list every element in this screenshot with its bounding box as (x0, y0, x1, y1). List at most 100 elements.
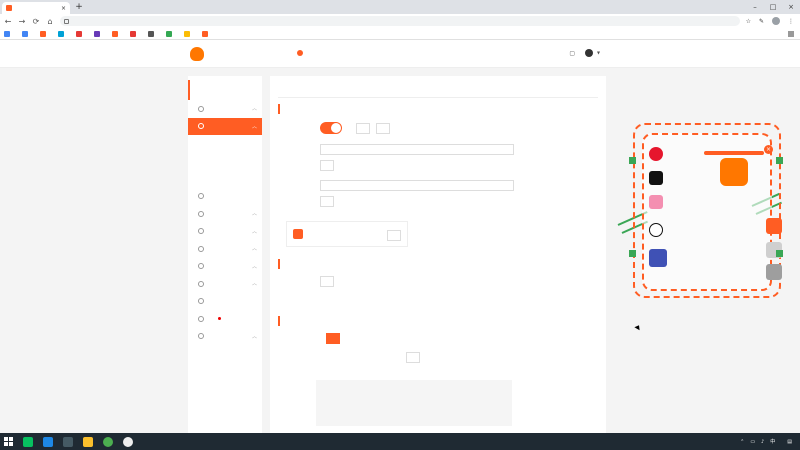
set-preview-button[interactable] (320, 276, 334, 287)
sidebar-sub-room-manage[interactable] (188, 135, 262, 153)
stream-tab-button[interactable] (356, 122, 370, 134)
copy-code-button[interactable] (320, 196, 334, 207)
obs-icon[interactable] (123, 436, 133, 447)
qq-icon (649, 223, 663, 237)
stream-tab-button[interactable] (376, 122, 390, 134)
chevron-up-icon: ︿ (251, 228, 257, 235)
sidebar-item-analytics[interactable]: ︿ (188, 240, 262, 258)
overlay-resize-handle[interactable] (629, 250, 636, 257)
bookmark-item[interactable] (166, 30, 174, 37)
overlay-resize-handle[interactable] (629, 157, 636, 164)
bookmark-item[interactable] (202, 30, 210, 37)
bookmark-item[interactable] (76, 30, 84, 37)
network-icon[interactable]: ▭ (750, 439, 755, 445)
overlay-resize-handle[interactable] (776, 250, 783, 257)
ime-icon[interactable]: 中 (770, 438, 775, 445)
volume-icon[interactable]: ♪ (761, 439, 764, 445)
mouse-cursor-icon (634, 323, 642, 331)
chevron-up-icon: ︿ (251, 281, 257, 288)
omnibox[interactable] (60, 16, 740, 26)
download-now-button[interactable] (387, 230, 401, 241)
douyu-mascot-icon (720, 158, 748, 186)
apps-icon (4, 30, 10, 37)
douyu-fish-icon (190, 47, 204, 61)
overlay-resize-handle[interactable] (776, 157, 783, 164)
bookmark-item[interactable] (4, 30, 12, 37)
sidebar-item-video-upload[interactable] (188, 188, 262, 206)
tab-close-icon[interactable]: × (61, 5, 66, 12)
window-controls: – □ × (746, 0, 800, 14)
qq-app-icon[interactable] (43, 436, 53, 447)
analytics-icon (198, 245, 204, 252)
sidebar-item-promotion[interactable] (188, 293, 262, 311)
room-name-row (278, 352, 420, 363)
home-button[interactable]: ⌂ (46, 17, 54, 26)
overlay-settings-icon[interactable] (766, 264, 782, 280)
sidebar-item-support[interactable] (188, 310, 262, 328)
bookmark-item[interactable] (22, 30, 30, 37)
bookmark-icon (166, 30, 172, 37)
wechat-icon[interactable] (23, 436, 33, 447)
user-menu[interactable]: ▾ (585, 49, 600, 57)
minimize-button[interactable]: – (746, 0, 764, 14)
stream-toggle[interactable] (320, 122, 342, 134)
address-bar-actions: ☆ ✎ ⋮ (746, 16, 794, 26)
site-header: ▢ ▾ (0, 40, 800, 68)
bookmark-item[interactable] (130, 30, 138, 37)
maximize-button[interactable]: □ (764, 0, 782, 14)
sidebar-item-income[interactable]: ︿ (188, 205, 262, 223)
url-input[interactable] (72, 17, 736, 25)
enter-room-button[interactable] (326, 333, 340, 344)
bookmark-item[interactable] (112, 30, 120, 37)
sidebar-item-commerce[interactable]: ︿ (188, 258, 262, 276)
browser-tab[interactable]: × (2, 2, 70, 14)
close-window-button[interactable]: × (782, 0, 800, 14)
room-notice-text[interactable] (316, 380, 512, 426)
bookmark-item[interactable] (148, 30, 156, 37)
sidebar-item-anchor[interactable]: ︿ (188, 100, 262, 118)
bookmark-item[interactable] (94, 30, 102, 37)
chrome-icon[interactable] (103, 436, 113, 447)
reading-list[interactable] (784, 28, 796, 39)
bookmark-item[interactable] (184, 30, 192, 37)
chevron-up-icon: ︿ (251, 263, 257, 270)
stream-code-input[interactable] (320, 180, 514, 191)
bookmark-star-icon[interactable]: ☆ (746, 18, 751, 25)
copy-rtmp-button[interactable] (320, 160, 334, 171)
start-menu-icon[interactable] (4, 437, 13, 446)
forward-button[interactable]: → (18, 17, 26, 26)
sidebar-sub-live-records[interactable] (188, 170, 262, 188)
commerce-icon (198, 263, 204, 270)
notification-icon[interactable]: ▤ (787, 439, 792, 445)
douyu-icon (202, 30, 208, 37)
sidebar-item-guild[interactable]: ︿ (188, 223, 262, 241)
sidebar-sub-live-settings[interactable] (188, 153, 262, 171)
reload-button[interactable]: ⟳ (32, 17, 40, 26)
profile-avatar[interactable] (772, 17, 780, 25)
stream-overlay-widget[interactable] (633, 123, 781, 298)
overlay-close-icon[interactable]: × (764, 145, 773, 154)
steam-icon[interactable] (63, 436, 73, 447)
folder-icon[interactable] (83, 436, 93, 447)
back-button[interactable]: ← (4, 17, 12, 26)
support-icon (198, 315, 204, 322)
bookmark-item[interactable] (40, 30, 48, 37)
weibo-icon (649, 147, 663, 161)
download-link[interactable]: ▢ (569, 50, 575, 57)
tray-up-icon[interactable]: ⌃ (740, 439, 744, 445)
douyu-icon (112, 30, 118, 37)
sidebar-item-my-videos[interactable]: ︿ (188, 275, 262, 293)
sidebar-item-live[interactable]: ︿ (188, 117, 262, 135)
main-nav (250, 40, 330, 68)
bookmark-icon (184, 30, 190, 37)
bookmark-item[interactable] (58, 30, 66, 37)
edit-icon[interactable]: ✎ (759, 18, 764, 25)
new-tab-button[interactable]: + (74, 2, 84, 12)
browser-menu-icon[interactable]: ⋮ (788, 18, 794, 25)
rtmp-url-input[interactable] (320, 144, 514, 155)
sidebar-item-help[interactable]: ︿ (188, 328, 262, 346)
section-live-preview (278, 259, 284, 269)
overlay-play-icon[interactable] (766, 218, 782, 234)
edit-room-name-button[interactable] (406, 352, 420, 363)
douyu-logo[interactable] (190, 45, 226, 63)
